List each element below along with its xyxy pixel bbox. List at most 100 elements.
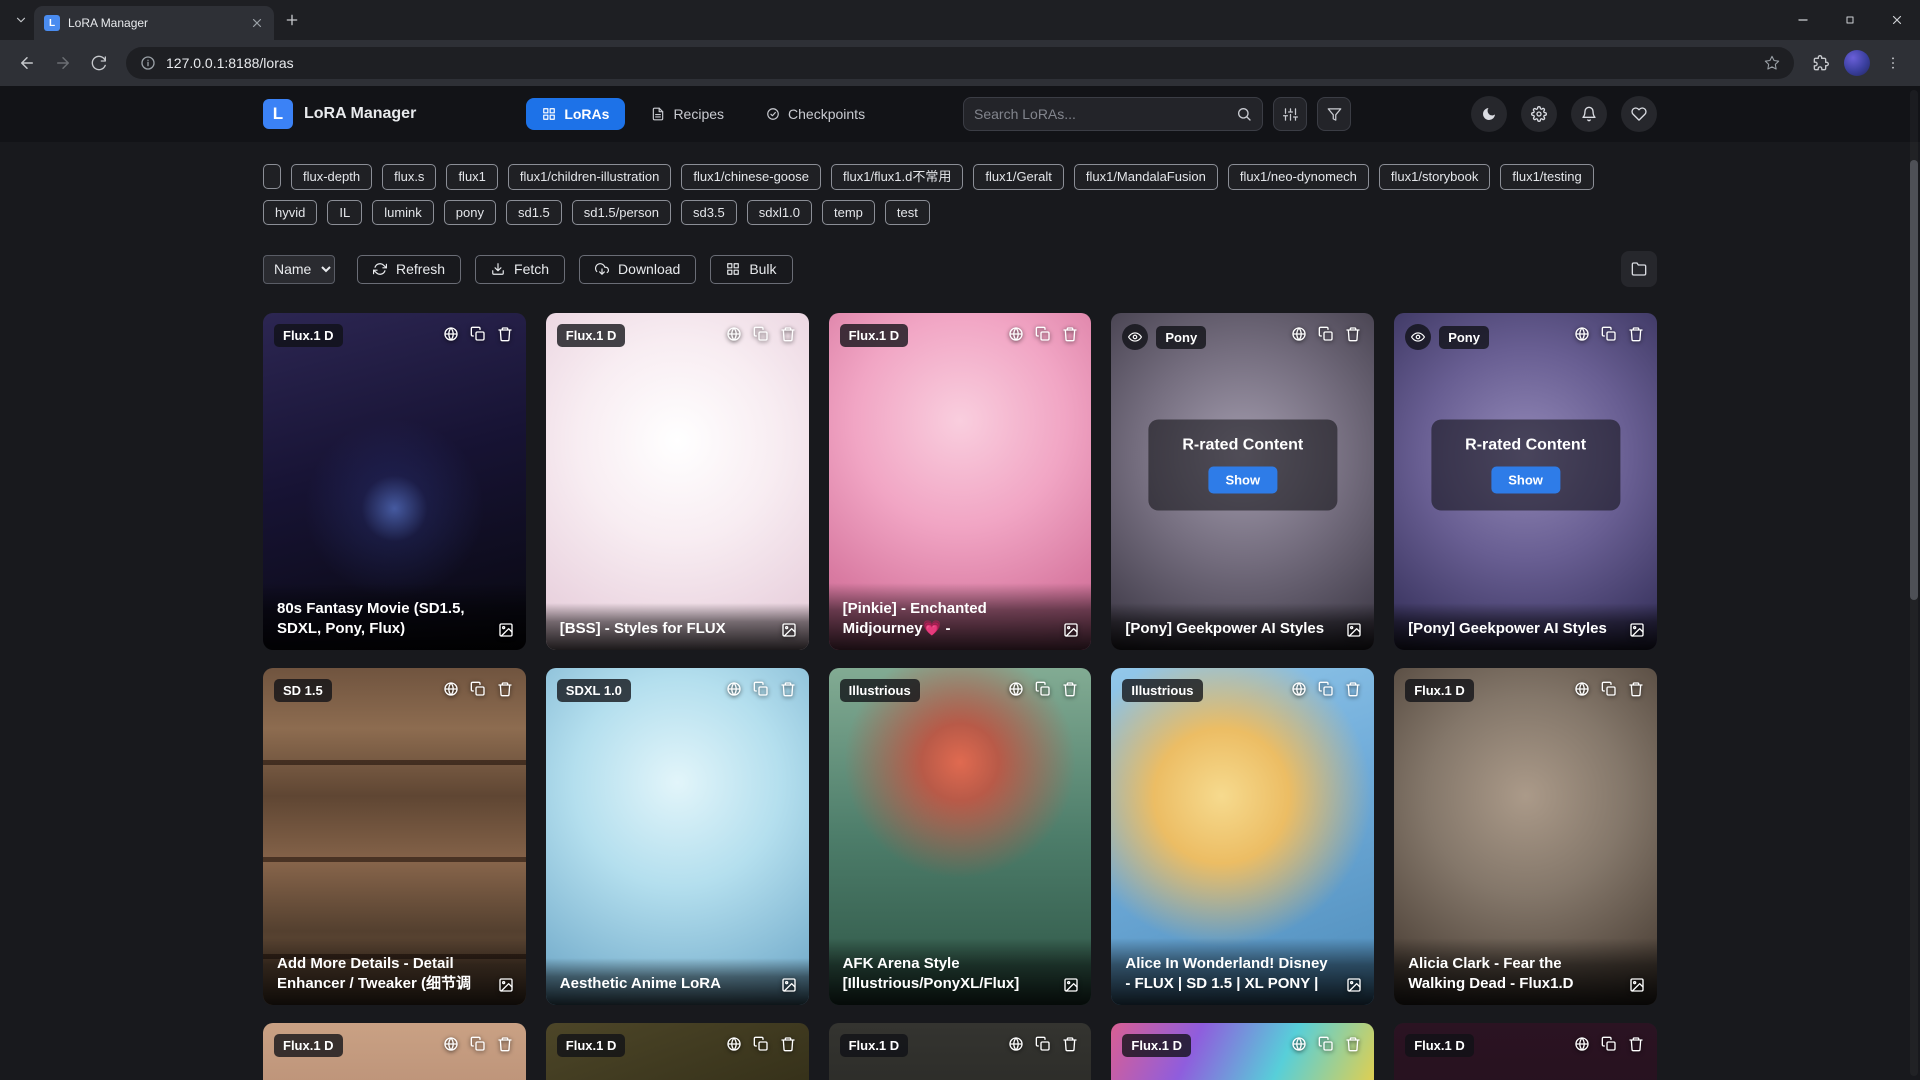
image-icon[interactable] (1346, 622, 1362, 638)
trash-icon[interactable] (1062, 681, 1078, 697)
theme-toggle-button[interactable] (1471, 96, 1507, 132)
sort-options-button[interactable] (1273, 97, 1307, 131)
bookmark-star-icon[interactable] (1764, 55, 1780, 71)
tag-chip[interactable]: lumink (372, 200, 434, 226)
trash-icon[interactable] (780, 1036, 796, 1052)
minimize-button[interactable] (1779, 0, 1826, 40)
globe-icon[interactable] (1574, 1036, 1590, 1052)
globe-icon[interactable] (1008, 681, 1024, 697)
search-icon[interactable] (1236, 106, 1252, 122)
nsfw-show-button[interactable]: Show (1491, 466, 1560, 493)
copy-icon[interactable] (1601, 681, 1617, 697)
lora-card[interactable]: Flux.1 D (263, 1023, 526, 1080)
lora-card[interactable]: Illustrious AFK Arena Style [Illustrious… (829, 668, 1092, 1005)
trash-icon[interactable] (1062, 1036, 1078, 1052)
image-icon[interactable] (781, 622, 797, 638)
tag-chip[interactable]: IL (327, 200, 362, 226)
image-icon[interactable] (781, 977, 797, 993)
globe-icon[interactable] (726, 1036, 742, 1052)
tag-chip[interactable]: flux1/Geralt (973, 164, 1063, 190)
globe-icon[interactable] (726, 326, 742, 342)
image-icon[interactable] (1063, 622, 1079, 638)
tag-chip[interactable]: flux1/MandalaFusion (1074, 164, 1218, 190)
copy-icon[interactable] (1601, 326, 1617, 342)
tag-chip[interactable]: sd1.5 (506, 200, 562, 226)
tag-chip[interactable]: flux.s (382, 164, 436, 190)
fetch-button[interactable]: Fetch (475, 255, 565, 284)
trash-icon[interactable] (780, 681, 796, 697)
notifications-button[interactable] (1571, 96, 1607, 132)
tab-recipes[interactable]: Recipes (635, 98, 740, 130)
settings-button[interactable] (1521, 96, 1557, 132)
download-button[interactable]: Download (579, 255, 696, 284)
tag-chip[interactable]: flux1/neo-dynomech (1228, 164, 1369, 190)
tag-chip[interactable]: test (885, 200, 930, 226)
globe-icon[interactable] (1574, 681, 1590, 697)
lora-card[interactable]: Pony R-rated Content Show [Pony] Geekpow… (1111, 313, 1374, 650)
tag-chip[interactable]: flux1/flux1.d不常用 (831, 164, 963, 190)
extensions-icon[interactable] (1804, 46, 1838, 80)
refresh-button[interactable]: Refresh (357, 255, 461, 284)
url-text[interactable]: 127.0.0.1:8188/loras (166, 55, 294, 71)
globe-icon[interactable] (1291, 1036, 1307, 1052)
lora-card[interactable]: Flux.1 D (1111, 1023, 1374, 1080)
trash-icon[interactable] (497, 326, 513, 342)
image-icon[interactable] (1629, 622, 1645, 638)
lora-card[interactable]: Flux.1 D (829, 1023, 1092, 1080)
page-scrollbar[interactable] (1910, 90, 1918, 1076)
globe-icon[interactable] (1008, 1036, 1024, 1052)
tag-chip[interactable]: flux1/children-illustration (508, 164, 671, 190)
tag-chip[interactable] (263, 164, 281, 189)
tag-chip[interactable]: temp (822, 200, 875, 226)
browser-menu-icon[interactable] (1876, 46, 1910, 80)
search-input[interactable] (974, 106, 1236, 122)
copy-icon[interactable] (1035, 326, 1051, 342)
copy-icon[interactable] (1035, 1036, 1051, 1052)
globe-icon[interactable] (1574, 326, 1590, 342)
folder-button[interactable] (1621, 251, 1657, 287)
copy-icon[interactable] (753, 326, 769, 342)
forward-button[interactable] (46, 46, 80, 80)
site-info-icon[interactable] (140, 55, 156, 71)
lora-card[interactable]: Flux.1 D 80s Fantasy Movie (SD1.5, SDXL,… (263, 313, 526, 650)
trash-icon[interactable] (1345, 1036, 1361, 1052)
copy-icon[interactable] (1318, 681, 1334, 697)
maximize-button[interactable] (1826, 0, 1873, 40)
tab-checkpoints[interactable]: Checkpoints (750, 98, 881, 130)
globe-icon[interactable] (443, 681, 459, 697)
trash-icon[interactable] (497, 1036, 513, 1052)
globe-icon[interactable] (443, 326, 459, 342)
lora-card[interactable]: Flux.1 D Alicia Clark - Fear the Walking… (1394, 668, 1657, 1005)
tag-chip[interactable]: hyvid (263, 200, 317, 226)
globe-icon[interactable] (1291, 681, 1307, 697)
trash-icon[interactable] (1628, 1036, 1644, 1052)
tag-chip[interactable]: flux1/chinese-goose (681, 164, 821, 190)
tag-chip[interactable]: pony (444, 200, 496, 226)
image-icon[interactable] (498, 977, 514, 993)
copy-icon[interactable] (1601, 1036, 1617, 1052)
new-tab-button[interactable] (284, 12, 300, 28)
lora-card[interactable]: Flux.1 D (1394, 1023, 1657, 1080)
copy-icon[interactable] (470, 681, 486, 697)
globe-icon[interactable] (1291, 326, 1307, 342)
copy-icon[interactable] (470, 326, 486, 342)
image-icon[interactable] (1346, 977, 1362, 993)
address-bar[interactable]: 127.0.0.1:8188/loras (126, 47, 1794, 79)
image-icon[interactable] (1063, 977, 1079, 993)
lora-card[interactable]: SD 1.5 Add More Details - Detail Enhance… (263, 668, 526, 1005)
tag-chip[interactable]: sdxl1.0 (747, 200, 812, 226)
favorites-button[interactable] (1621, 96, 1657, 132)
tab-loras[interactable]: LoRAs (526, 98, 625, 130)
tag-chip[interactable]: flux-depth (291, 164, 372, 190)
copy-icon[interactable] (753, 1036, 769, 1052)
bulk-button[interactable]: Bulk (710, 255, 792, 284)
copy-icon[interactable] (1318, 1036, 1334, 1052)
scrollbar-thumb[interactable] (1910, 160, 1918, 600)
lora-card[interactable]: Pony R-rated Content Show [Pony] Geekpow… (1394, 313, 1657, 650)
sort-select[interactable]: Name (263, 255, 335, 284)
tag-chip[interactable]: flux1/testing (1500, 164, 1593, 190)
reload-button[interactable] (82, 46, 116, 80)
globe-icon[interactable] (1008, 326, 1024, 342)
trash-icon[interactable] (1062, 326, 1078, 342)
globe-icon[interactable] (443, 1036, 459, 1052)
